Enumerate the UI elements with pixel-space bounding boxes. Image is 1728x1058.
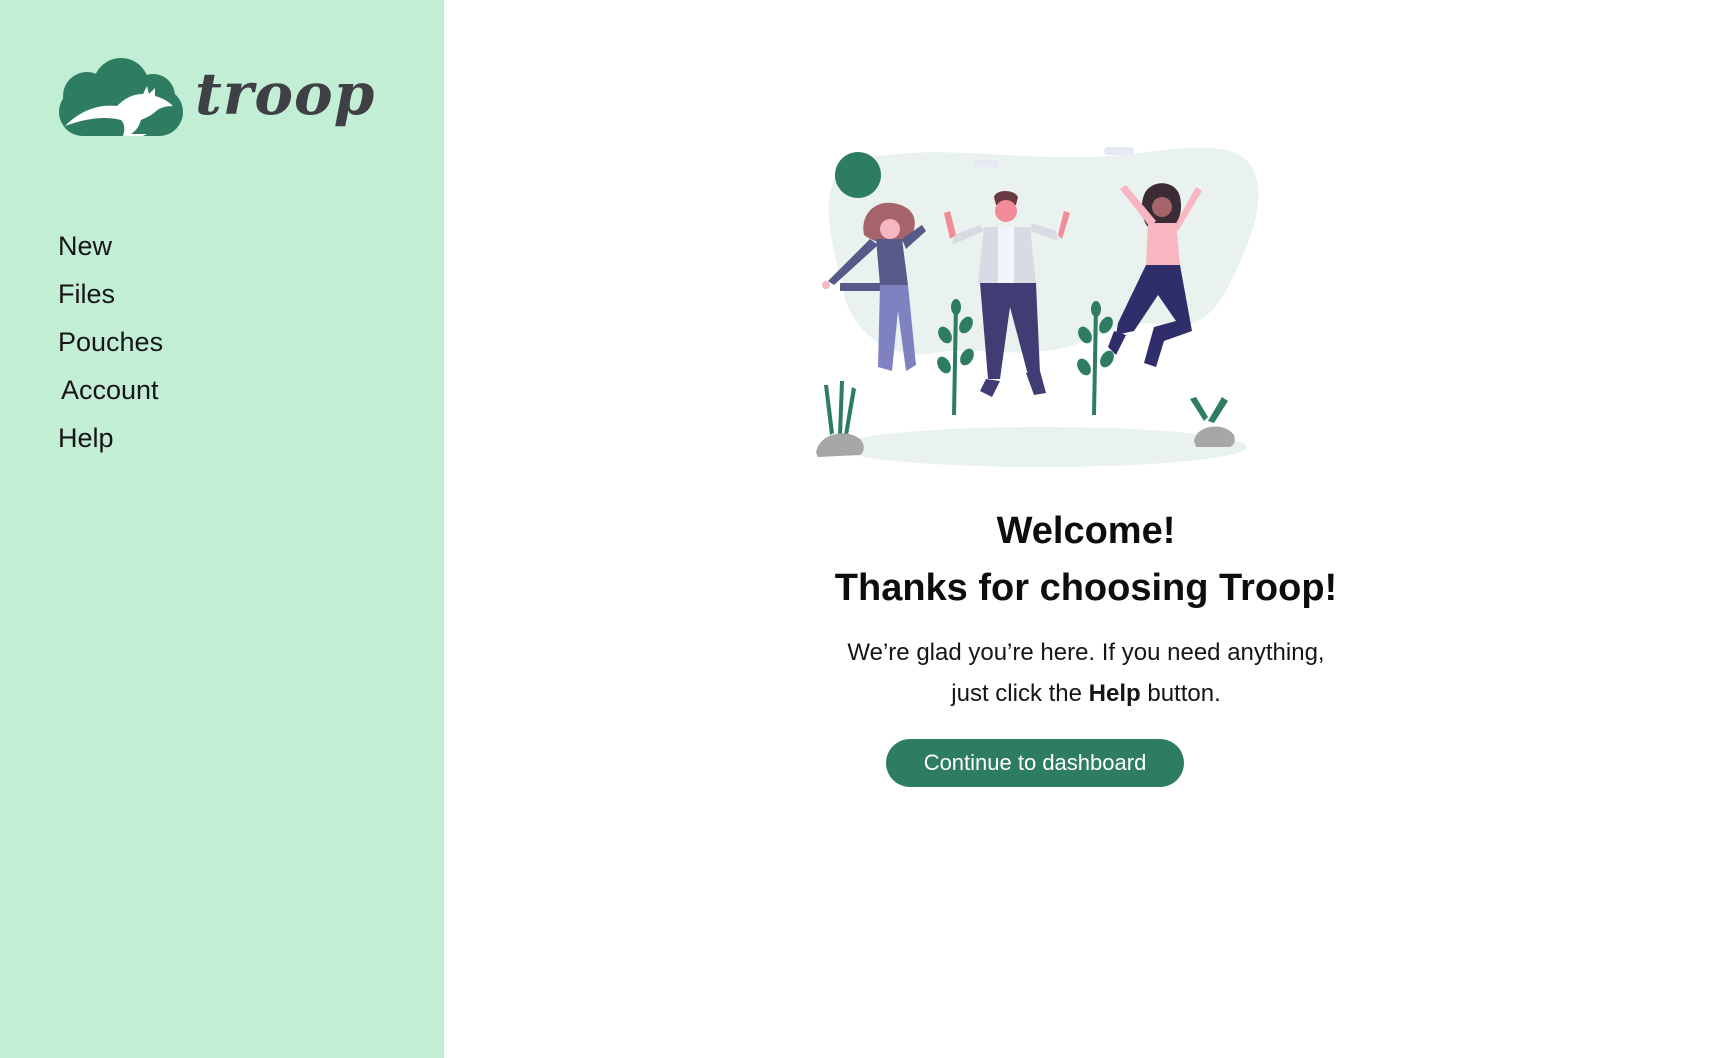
sidebar-item-files[interactable]: Files xyxy=(58,270,163,318)
help-emphasis: Help xyxy=(1088,680,1141,707)
logo[interactable]: troop xyxy=(59,58,375,138)
sidebar-item-account[interactable]: Account xyxy=(61,366,163,414)
continue-to-dashboard-button[interactable]: Continue to dashboard xyxy=(886,739,1184,787)
message-line-1: We’re glad you’re here. If you need anyt… xyxy=(847,639,1325,666)
thanks-subheading: Thanks for choosing Troop! xyxy=(834,567,1338,609)
message-suffix: button. xyxy=(1140,680,1221,707)
welcome-message: We’re glad you’re here. If you need anyt… xyxy=(444,632,1728,714)
sidebar-nav: New Files Pouches Account Help xyxy=(58,222,163,462)
sidebar-item-help[interactable]: Help xyxy=(58,414,163,462)
message-prefix: just click the xyxy=(951,680,1089,707)
main-content: Welcome! Thanks for choosing Troop! We’r… xyxy=(444,0,1728,1051)
celebration-illustration xyxy=(816,147,1259,467)
welcome-heading: Welcome! xyxy=(996,510,1176,552)
sidebar-item-pouches[interactable]: Pouches xyxy=(58,318,163,366)
message-line-2: just click the Help button. xyxy=(444,673,1728,714)
sidebar-item-new[interactable]: New xyxy=(58,222,163,270)
logo-wordmark: troop xyxy=(195,60,376,128)
kangaroo-cloud-icon xyxy=(59,58,183,136)
sidebar: troop New Files Pouches Account Help xyxy=(0,0,444,1058)
